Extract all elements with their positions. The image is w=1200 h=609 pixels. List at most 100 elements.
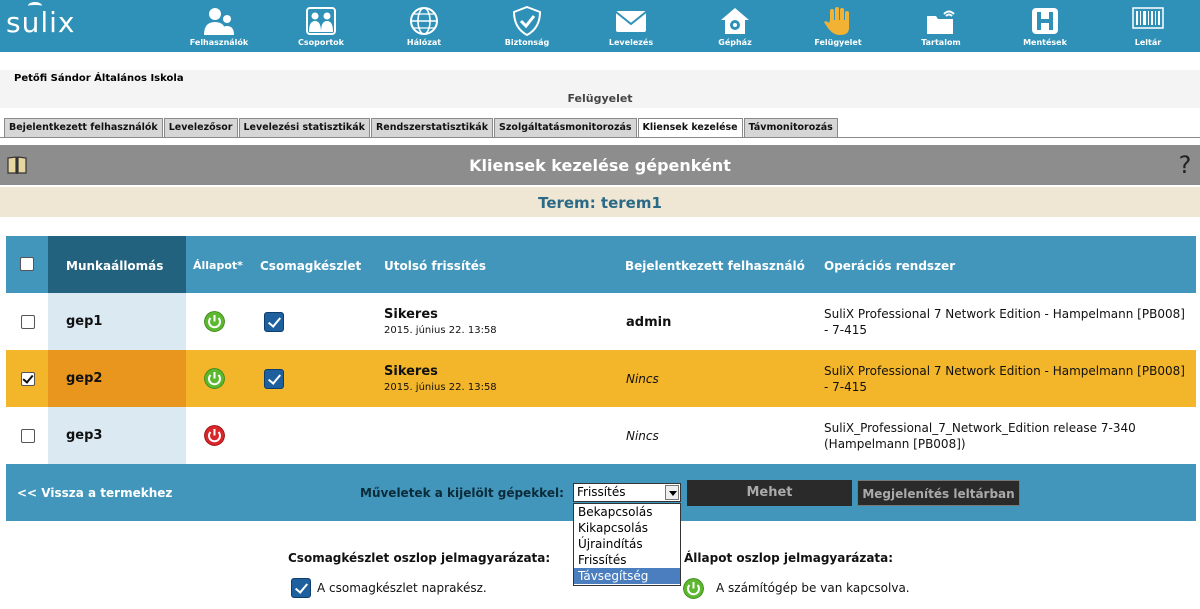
nav-network[interactable]: Hálózat [379,0,469,52]
nav-label: Hálózat [406,38,442,47]
tab-logged-in-users[interactable]: Bejelentkezett felhasználók [4,118,163,137]
tab-client-management[interactable]: Kliensek kezelése [637,118,743,137]
show-in-inventory-button[interactable]: Megjelenítés leltárban [857,480,1020,506]
workstation-name: gep2 [66,371,103,386]
update-date: 2015. június 22. 13:58 [384,382,497,393]
globe-icon [410,7,438,35]
logged-user: admin [626,315,672,330]
help-icon[interactable]: ? [1176,151,1194,179]
update-status: Sikeres [384,307,438,322]
col-logged-user[interactable]: Bejelentkezett felhasználó [625,259,805,273]
mail-icon [615,11,647,32]
row-checkbox[interactable] [21,372,35,386]
operations-dropdown-list: Bekapcsolás Kikapcsolás Újraindítás Fris… [573,503,681,586]
table-row[interactable]: gep1 Sikeres 2015. június 22. 13:58 admi… [6,293,1196,350]
shield-icon [512,6,542,36]
operations-selected-value: Frissítés [577,485,626,499]
nav-label: Levelezés [608,38,654,47]
update-date: 2015. június 22. 13:58 [384,325,497,336]
house-gear-icon [721,8,749,34]
tab-remote-monitoring[interactable]: Távmonitorozás [743,118,838,137]
option-restart[interactable]: Újraindítás [574,536,680,552]
nav-mail[interactable]: Levelezés [586,0,676,52]
col-last-update[interactable]: Utolsó frissítés [384,259,486,273]
operations-select[interactable]: Frissítés [573,483,681,502]
option-update[interactable]: Frissítés [574,552,680,568]
package-legend-text: A csomagkészlet naprakész. [317,581,487,595]
room-bar: Terem: terem1 [0,187,1200,217]
option-remote-help[interactable]: Távsegítség [574,568,680,584]
school-name: Petőfi Sándor Általános Iskola [14,73,184,84]
tab-mail-stats[interactable]: Levelezési statisztikák [238,118,370,137]
power-on-icon [204,368,225,389]
tab-mail-queue[interactable]: Levelezősor [163,118,238,137]
package-ok-icon [291,578,311,598]
os-line-2: (Hampelmann [PB008]) [824,437,966,451]
hand-icon [824,7,849,35]
nav-inventory[interactable]: Leltár [1103,0,1193,52]
chevron-down-icon[interactable] [665,485,679,500]
sulix-logo[interactable]: sulix [6,2,102,46]
top-navigation-bar: sulix Felhasználók Csoportok Hálózat Biz… [0,0,1200,52]
nav-label: Leltár [1134,38,1162,47]
power-on-icon [683,578,704,599]
nav-security[interactable]: Biztonság [482,0,572,52]
option-power-on[interactable]: Bekapcsolás [574,504,680,520]
power-on-icon [204,311,225,332]
os-line-2: - 7-415 [824,380,868,394]
logged-user: Nincs [626,429,659,443]
os-line-2: - 7-415 [824,323,868,337]
operations-label: Műveletek a kijelölt gépekkel: [360,486,564,500]
header-spacer [0,52,1200,70]
backup-icon [1032,8,1058,34]
update-status: Sikeres [384,364,438,379]
table-row[interactable]: gep3 Nincs SuliX_Professional_7_Network_… [6,407,1196,464]
power-off-icon [204,425,225,446]
col-os[interactable]: Operációs rendszer [824,259,955,273]
workstation-name: gep3 [66,428,103,443]
nav-label: Gépház [718,38,752,47]
nav-label: Mentések [1023,38,1067,47]
tab-underline [0,137,1200,138]
groups-icon [306,7,336,35]
tab-service-monitoring[interactable]: Szolgáltatásmonitorozás [494,118,637,137]
logo-text: sulix [6,6,76,39]
row-checkbox[interactable] [21,429,35,443]
tab-bar: Bejelentkezett felhasználók Levelezősor … [4,118,839,137]
users-icon [204,8,234,35]
nav-label: Biztonság [504,38,550,47]
logged-user: Nincs [626,372,659,386]
state-legend-title: Állapot oszlop jelmagyarázata: [684,551,894,565]
section-title: Felügyelet [567,92,633,105]
package-ok-icon [264,369,284,389]
nav-groups[interactable]: Csoportok [276,0,366,52]
go-button[interactable]: Mehet [687,480,852,506]
nav-supervision[interactable]: Felügyelet [793,0,883,52]
col-package-set[interactable]: Csomagkészlet [260,259,361,273]
logo-arc-icon [28,2,42,10]
os-line-1: SuliX Professional 7 Network Edition - H… [824,307,1185,321]
option-power-off[interactable]: Kikapcsolás [574,520,680,536]
back-to-rooms-link[interactable]: << Vissza a termekhez [17,486,172,500]
col-workstation[interactable]: Munkaállomás [66,259,163,273]
page-title-bar: Kliensek kezelése gépenként ? [0,145,1200,185]
nav-content[interactable]: Tartalom [896,0,986,52]
os-line-1: SuliX Professional 7 Network Edition - H… [824,364,1185,378]
nav-backups[interactable]: Mentések [1000,0,1090,52]
tab-system-stats[interactable]: Rendszerstatisztikák [370,118,494,137]
col-state[interactable]: Állapot* [193,259,243,272]
select-all-checkbox[interactable] [20,257,34,271]
nav-label: Felügyelet [814,38,862,47]
package-legend-title: Csomagkészlet oszlop jelmagyarázata: [288,551,551,565]
room-label: Terem: terem1 [538,194,662,212]
workstation-name: gep1 [66,314,103,329]
nav-label: Csoportok [298,38,344,47]
package-ok-icon [264,312,284,332]
table-header: Munkaállomás Állapot* Csomagkészlet Utol… [6,236,1196,293]
nav-users[interactable]: Felhasználók [174,0,264,52]
page-title: Kliensek kezelése gépenként [469,156,731,175]
nav-engine-room[interactable]: Gépház [690,0,780,52]
nav-label: Tartalom [921,38,961,47]
row-checkbox[interactable] [21,315,35,329]
table-row[interactable]: gep2 Sikeres 2015. június 22. 13:58 Ninc… [6,350,1196,407]
